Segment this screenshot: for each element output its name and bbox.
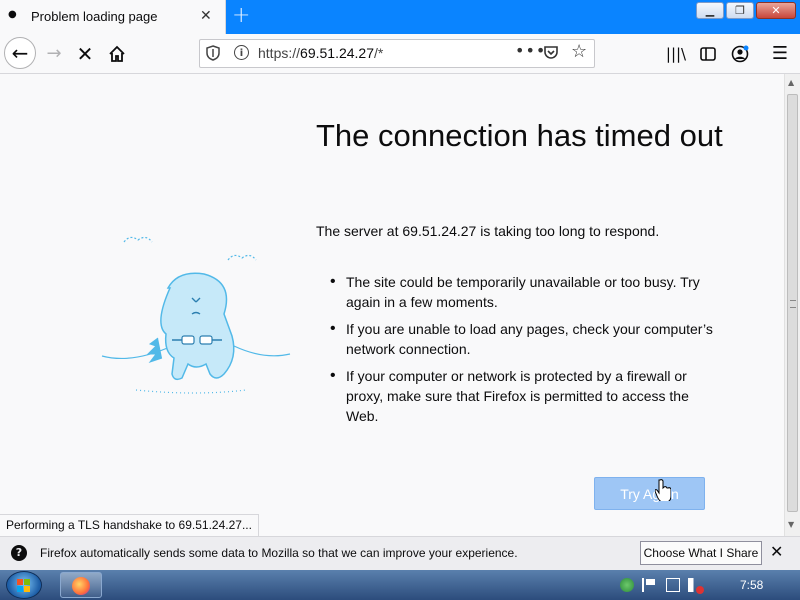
page-actions-icon[interactable]: ••• xyxy=(515,41,546,60)
url-scheme: https:// xyxy=(258,45,301,61)
account-icon[interactable] xyxy=(726,40,754,68)
url-path: /* xyxy=(374,45,384,61)
suggestion-item: The site could be temporarily unavailabl… xyxy=(316,272,716,312)
tab-strip: ● Problem loading page ✕ + ▁ ❐ ✕ xyxy=(0,0,800,34)
menu-icon[interactable]: ☰ xyxy=(766,40,794,68)
loading-dot-icon: ● xyxy=(8,9,17,20)
tab-title: Problem loading page xyxy=(31,9,158,24)
windows-taskbar: 7:58 xyxy=(0,570,800,600)
error-description: The server at 69.51.24.27 is taking too … xyxy=(316,223,660,239)
hand-cursor-icon xyxy=(655,479,671,501)
dinosaur-illustration xyxy=(101,236,291,394)
nav-toolbar: ← → ✕ i https://69.51.24.27/* ••• ☆ |||\… xyxy=(0,34,800,74)
taskbar-firefox[interactable] xyxy=(60,572,102,598)
vertical-scrollbar[interactable]: ▲ ▼ xyxy=(784,74,800,536)
site-info-icon[interactable]: i xyxy=(234,45,249,60)
pocket-icon[interactable] xyxy=(543,44,559,60)
taskbar-clock[interactable]: 7:58 xyxy=(740,578,763,592)
suggestion-item: If you are unable to load any pages, che… xyxy=(316,319,716,359)
home-icon[interactable] xyxy=(103,40,131,68)
tab-problem-loading[interactable]: ● Problem loading page ✕ xyxy=(0,0,226,34)
url-text[interactable]: https://69.51.24.27/* xyxy=(258,45,383,61)
security-icon[interactable] xyxy=(620,578,634,592)
status-bar: Performing a TLS handshake to 69.51.24.2… xyxy=(0,514,259,536)
question-icon: ? xyxy=(11,545,27,561)
close-icon: ✕ xyxy=(771,4,781,17)
suggestion-item: If your computer or network is protected… xyxy=(316,366,716,426)
window-controls: ▁ ❐ ✕ xyxy=(696,2,796,20)
url-host: 69.51.24.27 xyxy=(300,45,374,61)
maximize-button[interactable]: ❐ xyxy=(726,2,754,19)
close-notification-icon[interactable]: ✕ xyxy=(770,542,783,561)
restore-icon: ❐ xyxy=(735,4,745,17)
error-suggestions: The site could be temporarily unavailabl… xyxy=(316,272,716,433)
close-tab-icon[interactable]: ✕ xyxy=(200,8,212,24)
stop-icon[interactable]: ✕ xyxy=(71,40,99,68)
library-icon[interactable]: |||\ xyxy=(662,40,690,68)
windows-logo-icon xyxy=(17,579,30,592)
scrollbar-grip-icon xyxy=(790,300,796,308)
choose-what-i-share-button[interactable]: Choose What I Share xyxy=(640,541,762,565)
action-center-flag-icon[interactable] xyxy=(642,578,658,592)
notification-message: Firefox automatically sends some data to… xyxy=(40,546,518,560)
error-title: The connection has timed out xyxy=(316,118,723,153)
sidebar-icon[interactable] xyxy=(694,40,722,68)
network-icon[interactable] xyxy=(666,578,680,592)
data-collection-notification: ? Firefox automatically sends some data … xyxy=(0,536,800,570)
back-button[interactable]: ← xyxy=(4,37,36,69)
back-arrow-icon: ← xyxy=(11,41,29,65)
minimize-icon: ▁ xyxy=(705,4,715,17)
url-bar[interactable]: i https://69.51.24.27/* ••• ☆ xyxy=(199,39,595,68)
start-button[interactable] xyxy=(6,571,42,599)
new-tab-icon[interactable]: + xyxy=(232,3,250,28)
system-tray xyxy=(620,578,704,594)
scroll-up-icon[interactable]: ▲ xyxy=(788,78,794,87)
scrollbar-thumb[interactable] xyxy=(787,94,798,512)
try-again-button[interactable]: Try Again xyxy=(594,477,705,510)
volume-muted-icon[interactable] xyxy=(688,578,704,594)
tracking-shield-icon[interactable] xyxy=(206,45,220,61)
scroll-down-icon[interactable]: ▼ xyxy=(788,520,794,529)
bookmark-star-icon[interactable]: ☆ xyxy=(571,41,587,62)
close-window-button[interactable]: ✕ xyxy=(756,2,796,19)
firefox-icon xyxy=(72,577,90,595)
minimize-button[interactable]: ▁ xyxy=(696,2,724,19)
forward-arrow-icon[interactable]: → xyxy=(40,40,68,68)
